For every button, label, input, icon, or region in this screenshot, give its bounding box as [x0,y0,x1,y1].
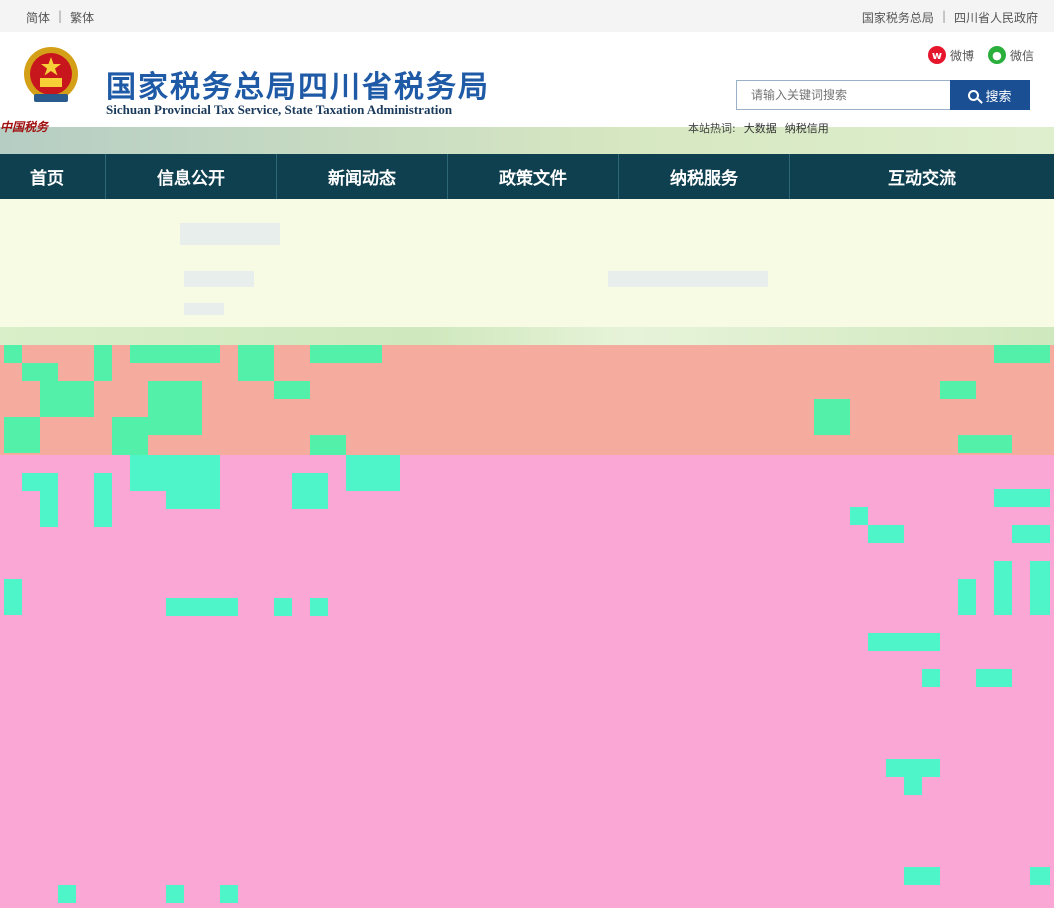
hot-word-link[interactable]: 大数据 [744,120,777,136]
top-utility-bar: 简体 | 繁体 国家税务总局 | 四川省人民政府 [0,0,1054,32]
render-artifact [850,507,868,525]
render-artifact [886,759,940,777]
render-artifact [22,363,58,381]
wechat-icon: ● [987,46,1006,64]
render-artifact [346,455,400,491]
render-artifact [868,525,904,543]
render-artifact [166,491,220,509]
render-artifact [958,579,976,615]
render-artifact [904,867,940,885]
render-artifact [4,579,22,615]
render-artifact [310,598,328,616]
weibo-link[interactable]: w 微博 [927,46,974,64]
sichuan-gov-link[interactable]: 四川省人民政府 [954,9,1038,26]
hot-words-label: 本站热词: [688,122,736,135]
render-artifact [22,473,58,491]
render-artifact [994,561,1012,615]
render-artifact [994,345,1050,363]
placeholder-block [184,303,224,315]
brand-motto: 中国税务 [0,120,49,134]
wechat-link[interactable]: ● 微信 [987,46,1034,64]
main-content [0,455,1054,908]
banner-area [0,345,1054,455]
render-artifact [112,417,148,455]
render-artifact [166,885,184,903]
simplified-chinese-link[interactable]: 简体 [26,9,50,26]
separator: | [941,9,946,23]
nav-home[interactable]: 首页 [0,154,106,199]
dropdown-panel [0,199,1054,327]
nav-interaction[interactable]: 互动交流 [790,154,1054,199]
search-button-label: 搜索 [985,89,1012,105]
render-artifact [238,345,274,381]
hot-word-link[interactable]: 纳税信用 [785,120,829,136]
render-artifact [976,669,1012,687]
render-artifact [94,473,112,527]
placeholder-block [608,271,768,287]
render-artifact [58,885,76,903]
site-header: 中国税务 国家税务总局四川省税务局 Sichuan Provincial Tax… [0,32,1054,155]
render-artifact [274,381,310,399]
nav-policy[interactable]: 政策文件 [448,154,619,199]
weibo-label: 微博 [949,48,974,63]
wechat-label: 微信 [1009,48,1034,63]
render-artifact [310,345,382,363]
render-artifact [904,777,922,795]
render-artifact [166,598,238,616]
search-input[interactable] [736,80,950,110]
render-artifact [148,381,202,435]
traditional-chinese-link[interactable]: 繁体 [70,9,94,26]
decor-strip [0,327,1054,345]
placeholder-block [180,223,280,245]
render-artifact [40,381,94,417]
site-title[interactable]: 国家税务总局四川省税务局 [106,62,490,106]
render-artifact [922,669,940,687]
render-artifact [4,417,40,453]
render-artifact [94,345,112,381]
search-box: 搜索 [736,80,1030,110]
render-artifact [130,345,220,363]
render-artifact [292,473,328,509]
render-artifact [310,435,346,455]
render-artifact [40,491,58,527]
render-artifact [994,489,1050,507]
main-nav: 首页 信息公开 新闻动态 政策文件 纳税服务 互动交流 [0,154,1054,199]
separator: | [58,9,63,23]
site-subtitle: Sichuan Provincial Tax Service, State Ta… [106,102,453,117]
nav-info-disclosure[interactable]: 信息公开 [106,154,277,199]
render-artifact [130,455,220,491]
render-artifact [940,381,976,399]
render-artifact [1012,525,1050,543]
search-icon [968,89,980,101]
page: 简体 | 繁体 国家税务总局 | 四川省人民政府 中国税务 国家税务总局四川省税… [0,0,1054,908]
header-decor-band [0,127,1054,155]
render-artifact [274,598,292,616]
render-artifact [814,399,850,435]
render-artifact [220,885,238,903]
nav-news[interactable]: 新闻动态 [277,154,448,199]
render-artifact [868,633,940,651]
render-artifact [1030,867,1050,885]
placeholder-block [184,271,254,287]
external-links: 国家税务总局 | 四川省人民政府 [862,9,1038,26]
weibo-icon: w [927,46,946,64]
language-switch: 简体 | 繁体 [26,9,94,26]
search-button[interactable]: 搜索 [950,80,1030,110]
hot-words: 本站热词: 大数据 纳税信用 [688,120,829,136]
nav-tax-service[interactable]: 纳税服务 [619,154,790,199]
social-links: w 微博 ● 微信 [927,46,1034,64]
national-emblem-icon[interactable] [20,44,82,108]
render-artifact [4,345,22,363]
render-artifact [1030,561,1050,615]
render-artifact [958,435,1012,453]
sat-link[interactable]: 国家税务总局 [862,9,934,26]
